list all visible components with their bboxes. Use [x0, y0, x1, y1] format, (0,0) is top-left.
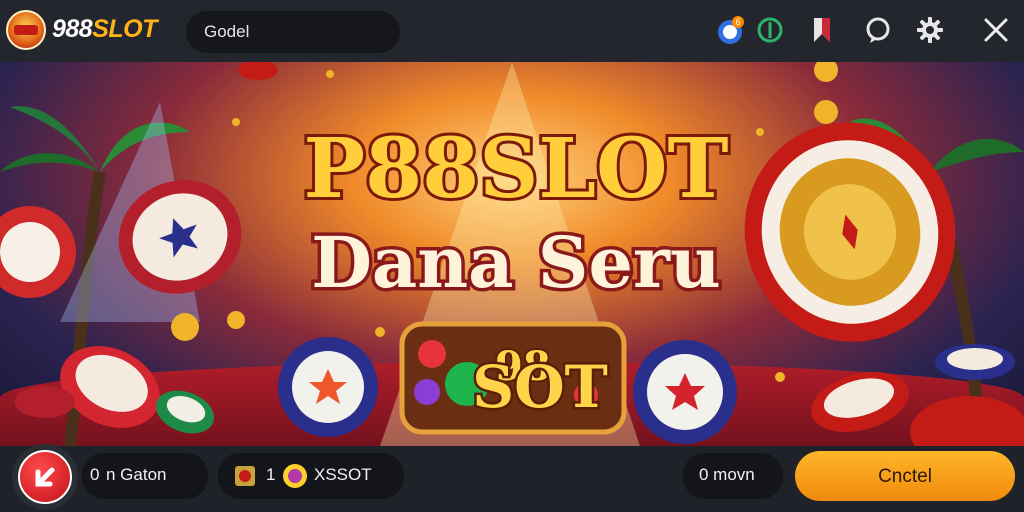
coin-icon [283, 464, 307, 488]
poker-chip-red-bottom-left [60, 346, 160, 428]
hero-title-line1: P88SLOT [303, 121, 728, 217]
hero-artwork: P88SLOT Dana Seru 98 SOT [0, 62, 1024, 446]
xsslot-count: 1 [266, 465, 276, 484]
movn-label: 0 movn [699, 465, 755, 484]
hero-banner[interactable]: P88SLOT Dana Seru 98 SOT [0, 62, 1024, 446]
shield-icon[interactable] [754, 14, 786, 46]
poker-chip-right-bottom [910, 396, 1024, 446]
poker-chip-small-left [15, 386, 75, 418]
notification-badge: 6 [735, 17, 740, 27]
search-input[interactable]: Godel [186, 11, 400, 53]
poker-chip-blue-right [633, 340, 737, 444]
xsslot-pill[interactable]: 1 XSSOT [218, 453, 404, 499]
cancel-button-label: Cnctel [878, 466, 932, 487]
gaton-pill[interactable]: 0 n Gaton [82, 453, 208, 499]
app-logo-text[interactable]: 988SLOT [52, 15, 157, 44]
bookmark-icon[interactable] [806, 14, 838, 46]
slot-badge: 98 SOT [399, 321, 627, 435]
logo-suffix: SLOT [92, 15, 157, 43]
gaton-pill-prefix: 0 [90, 465, 100, 484]
close-icon[interactable] [980, 14, 1012, 46]
poker-chip-far-left [0, 206, 76, 298]
xsslot-label: XSSOT [314, 465, 372, 484]
poker-chip-top-left [238, 62, 278, 80]
top-bar: 988SLOT Godel 6 [0, 0, 1024, 62]
poker-chip-right-edge [935, 344, 1015, 380]
gaton-pill-label: n Gaton [106, 465, 167, 484]
notification-icon[interactable]: 6 [714, 14, 746, 46]
logo-prefix: 988 [52, 15, 93, 43]
back-button[interactable] [12, 444, 78, 510]
back-arrow-icon [18, 450, 72, 504]
poker-chip-large-right [744, 122, 956, 342]
logo-badge-icon [6, 10, 46, 50]
poker-chip-green [155, 390, 215, 434]
movn-pill[interactable]: 0 movn [683, 453, 783, 499]
badge-text: SOT [472, 353, 608, 421]
chat-icon[interactable] [862, 14, 894, 46]
poker-chip-right-small [811, 372, 909, 432]
gear-icon[interactable] [914, 14, 946, 46]
poker-chip-blue-left [278, 337, 378, 437]
search-value: Godel [204, 22, 250, 41]
hero-title-line2: Dana Seru [311, 221, 721, 304]
trophy-icon [235, 466, 255, 486]
cancel-button[interactable]: Cnctel [795, 451, 1015, 501]
